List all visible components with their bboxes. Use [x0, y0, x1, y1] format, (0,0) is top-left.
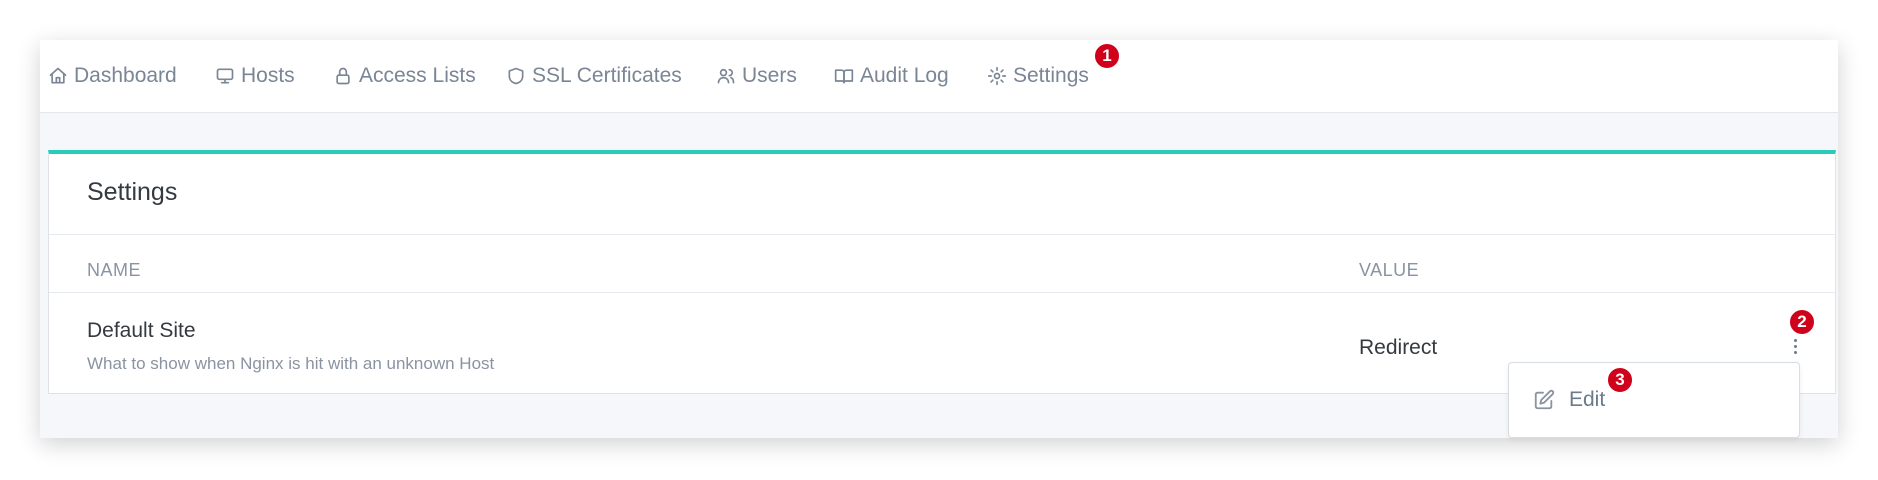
nav-item-label: Users — [742, 64, 797, 87]
edit-menu-label: Edit — [1569, 388, 1606, 411]
nav-item-access-lists[interactable]: Access Lists — [333, 40, 476, 112]
kebab-dot — [1793, 344, 1797, 348]
column-header-name: NAME — [87, 260, 142, 280]
nav-item-label: Settings — [1013, 64, 1089, 87]
divider — [49, 292, 1835, 293]
step-badge-2: 2 — [1788, 308, 1816, 336]
shield-icon — [508, 67, 524, 85]
card-title: Settings — [87, 178, 178, 206]
step-badge-3: 3 — [1606, 366, 1634, 394]
nav-item-label: Dashboard — [74, 64, 177, 87]
settings-card: Settings NAME VALUE Default Site What to… — [48, 150, 1836, 394]
setting-value: Redirect — [1359, 336, 1438, 359]
setting-description: What to show when Nginx is hit with an u… — [87, 354, 495, 373]
nav-item-hosts[interactable]: Hosts — [215, 40, 295, 112]
kebab-dot — [1793, 338, 1797, 342]
edit-icon — [1534, 389, 1555, 410]
divider — [49, 234, 1835, 235]
home-icon — [49, 67, 67, 84]
nav-item-audit-log[interactable]: Audit Log — [834, 40, 949, 112]
nav-item-users[interactable]: Users — [716, 40, 797, 112]
step-badge-1: 1 — [1093, 42, 1121, 70]
nav-item-dashboard[interactable]: Dashboard — [48, 40, 177, 112]
nav-item-label: SSL Certificates — [532, 64, 682, 87]
nav-item-label: Access Lists — [359, 64, 476, 87]
row-actions-menu-button[interactable] — [1787, 332, 1803, 360]
row-actions-dropdown: Edit — [1508, 362, 1800, 438]
edit-menu-item[interactable]: Edit — [1509, 363, 1799, 437]
nav-item-ssl-certificates[interactable]: SSL Certificates — [506, 40, 682, 112]
monitor-icon — [216, 68, 234, 84]
nav-item-settings[interactable]: Settings — [987, 40, 1089, 112]
nav-item-label: Audit Log — [860, 64, 949, 87]
nav-item-label: Hosts — [241, 64, 295, 87]
gear-icon — [987, 66, 1007, 86]
kebab-dot — [1793, 350, 1797, 354]
book-icon — [834, 69, 854, 84]
top-navigation: Dashboard Hosts Access Lists SSL Certifi… — [40, 40, 1838, 113]
lock-icon — [336, 67, 350, 85]
users-icon — [717, 68, 735, 84]
column-header-value: VALUE — [1359, 260, 1420, 280]
setting-name: Default Site — [87, 319, 196, 342]
